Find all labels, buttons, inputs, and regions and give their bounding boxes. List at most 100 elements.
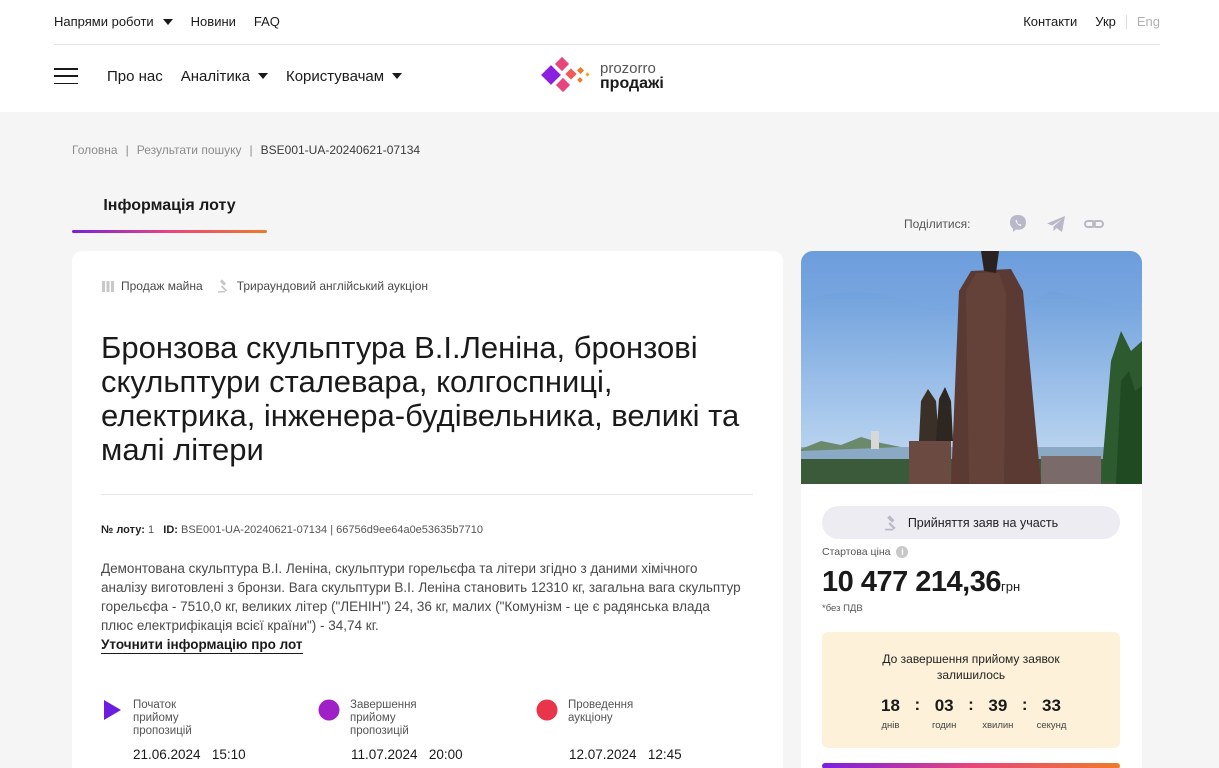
site-header: Напрями роботи Новини FAQ Контакти Укр E… [0,0,1219,112]
price-side-card: Прийняття заяв на участь Стартова ціна i… [801,251,1142,768]
countdown-seconds-unit: секунд [1036,720,1067,731]
lot-hash-value: 66756d9ee64a0e53635b7710 [336,524,483,536]
topbar-directions-label: Напрями роботи [54,14,154,29]
link-icon[interactable] [1082,212,1106,236]
countdown-timer: 18 днів : 03 годин : 39 хвилин : 33 секу… [822,695,1120,731]
status-accepting-bids[interactable]: Прийняття заяв на участь [822,506,1120,539]
timeline-auction: Проведення аукціону [536,699,633,725]
lot-photo[interactable] [801,251,1142,484]
timeline-auction-label-2: аукціону [568,712,613,724]
title-divider [101,494,753,495]
chevron-down-icon [392,73,403,79]
countdown-days: 18 днів [872,696,908,731]
lot-card: Продаж майна Трираундовий англійський ау… [72,251,783,768]
topbar-faq-label: FAQ [253,14,280,29]
countdown-title-line1: До завершення прийому заявок [882,652,1060,666]
lot-no-label: № лоту: [101,524,145,536]
breadcrumb-current: BSE001-UA-20240621-07134 [260,143,421,157]
prozorro-logo[interactable]: prozorro продажі [540,56,664,96]
lot-more-info-link[interactable]: Уточнити інформацію про лот [101,637,303,654]
prozorro-logo-icon [541,56,590,93]
chevron-down-icon [257,73,268,79]
tab-lot-info[interactable]: Інформація лоту [72,197,267,233]
timeline-start-label-2: прийому [133,712,179,724]
countdown-hours-unit: годин [931,720,957,731]
status-label: Прийняття заяв на участь [907,515,1059,530]
timeline-end-bids: Завершення прийому пропозицій [318,699,417,738]
meta-sep: | [330,524,334,536]
countdown-minutes-unit: хвилин [982,720,1014,731]
countdown-colon: : [968,695,974,714]
topbar-news-link[interactable]: Новини [191,14,236,29]
timeline-auction-date: 12.07.2024 12:45 [569,747,682,762]
countdown-box: До завершення прийому заявок залишилось … [822,632,1120,748]
telegram-icon[interactable] [1044,212,1068,236]
timeline-end-label-3: пропозицій [350,725,409,737]
main-nav: Про нас Аналітика Користувачам [54,56,420,96]
tab-active-underline [72,230,267,233]
topbar-faq-link[interactable]: FAQ [254,14,280,29]
timeline-start: Початок прийому пропозицій [101,699,192,738]
countdown-minutes-value: 39 [988,696,1008,715]
gavel-icon [884,514,896,530]
timeline-auction-time-value: 12:45 [647,747,682,762]
top-bar: Напрями роботи Новини FAQ Контакти Укр E… [54,0,1160,45]
countdown-colon: : [1021,695,1028,714]
breadcrumb: Головна | Результати пошуку | BSE001-UA-… [72,143,420,157]
gavel-icon [217,279,227,293]
start-price: 10 477 214,36грн [822,566,1020,599]
lot-id-value: BSE001-UA-20240621-07134 [181,524,328,536]
lot-tags: Продаж майна Трираундовий англійський ау… [101,279,428,293]
tag-auction-type: Трираундовий англійський аукціон [217,279,428,293]
countdown-seconds: 33 секунд [1034,696,1070,731]
start-price-value: 10 477 214,36 [822,566,1001,598]
red-dot-icon [536,699,558,721]
logo-line2: продажі [600,75,664,92]
countdown-hours-value: 03 [934,696,954,715]
play-icon [104,700,121,720]
tag-property-sale-label: Продаж майна [121,279,203,293]
share-label: Поділитися: [904,217,971,231]
start-price-label-text: Стартова ціна [822,546,891,558]
chevron-down-icon [162,18,173,25]
countdown-hours: 03 годин [926,696,962,731]
timeline-end-date: 11.07.2024 20:00 [351,747,463,762]
topbar-directions-menu[interactable]: Напрями роботи [54,14,173,29]
nav-about-label: Про нас [107,67,163,85]
lot-title: Бронзова скульптура В.І.Леніна, бронзові… [101,330,740,467]
lang-eng[interactable]: Eng [1137,14,1160,29]
breadcrumb-sep: | [125,143,129,157]
viber-icon[interactable] [1006,212,1030,236]
lang-ukr[interactable]: Укр [1095,14,1116,29]
timeline-start-date: 21.06.2024 15:10 [133,747,246,762]
breadcrumb-results[interactable]: Результати пошуку [137,143,242,157]
nav-analytics[interactable]: Аналітика [181,68,268,85]
breadcrumb-home[interactable]: Головна [72,143,118,157]
timeline-start-label-3: пропозицій [133,725,192,737]
hamburger-menu-icon[interactable] [54,68,78,84]
price-currency: грн [1000,579,1021,594]
nav-users-label: Користувачам [285,67,385,85]
tab-lot-info-label: Інформація лоту [103,197,236,214]
info-icon[interactable]: i [896,546,909,558]
lot-no-value: 1 [147,524,155,536]
lang-divider [1125,14,1127,29]
countdown-title: До завершення прийому заявок залишилось [822,651,1120,683]
nav-users[interactable]: Користувачам [285,67,403,85]
nav-about[interactable]: Про нас [107,68,163,85]
countdown-days-unit: днів [881,720,900,731]
topbar-news-label: Новини [190,14,236,29]
timeline-end-label-1: Завершення [350,699,417,711]
logo-line1: prozorro [600,60,656,77]
timeline-start-label-1: Початок [133,699,177,711]
building-icon [102,280,114,292]
participate-button-top[interactable] [822,763,1120,768]
timeline-auction-date-value: 12.07.2024 [569,747,637,762]
tag-auction-type-label: Трираундовий англійський аукціон [236,279,429,293]
lot-id-label: ID: [163,524,178,536]
vat-note: *без ПДВ [822,603,863,614]
contacts-link[interactable]: Контакти [1023,14,1077,29]
purple-dot-icon [318,699,340,721]
timeline-start-date-value: 21.06.2024 [133,747,201,762]
countdown-seconds-value: 33 [1042,696,1061,715]
